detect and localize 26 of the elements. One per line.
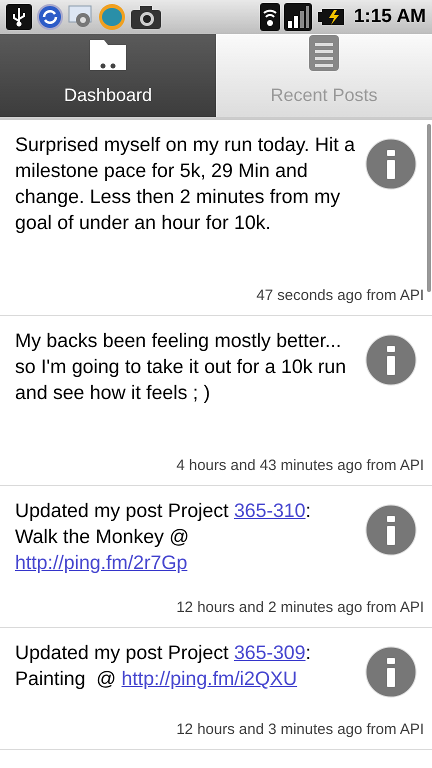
tab[interactable]: Dashboard — [0, 34, 216, 117]
wifi-icon — [260, 3, 280, 31]
post-text: Updated my post Project 365-309: Painting @ http://ping.fm/i2QXU — [15, 641, 312, 692]
camera-icon — [130, 4, 162, 30]
post-text: Surprised myself on my run today. Hit a milestone pace for 5k, 29 Min and change. Less then 2 minutes from my goal of under an hour for 10k. — [15, 133, 355, 236]
post-text: My backs been feeling mostly better... so I'm going to take it out for a 10k run and see how it feels ; ) — [15, 329, 348, 406]
post-text: Updated my post Project 365-310: Walk the Monkey @ http://ping.fm/2r7Gp — [15, 499, 312, 576]
info-icon[interactable] — [365, 646, 417, 698]
post-link[interactable]: 365-310 — [234, 500, 306, 522]
battery-icon — [316, 6, 346, 28]
folder-icon — [88, 38, 128, 72]
list-icon — [308, 34, 340, 72]
post-meta: 47 seconds ago from API — [256, 286, 424, 306]
sync-icon — [36, 3, 64, 31]
info-icon[interactable] — [365, 504, 417, 556]
signal-icon — [284, 3, 312, 31]
post-meta: 12 hours and 2 minutes ago from API — [176, 598, 424, 618]
post-link[interactable]: http://ping.fm/i2QXU — [122, 668, 298, 690]
post-link[interactable]: http://ping.fm/2r7Gp — [15, 552, 188, 574]
info-icon[interactable] — [365, 138, 417, 190]
usb-icon — [6, 4, 32, 30]
status-time: 1:15 AM — [354, 4, 426, 29]
post-link[interactable]: 365-309 — [234, 642, 306, 664]
post-meta: 12 hours and 3 minutes ago from API — [176, 720, 424, 740]
post-meta: 4 hours and 43 minutes ago from API — [176, 456, 424, 476]
info-icon[interactable] — [365, 334, 417, 386]
